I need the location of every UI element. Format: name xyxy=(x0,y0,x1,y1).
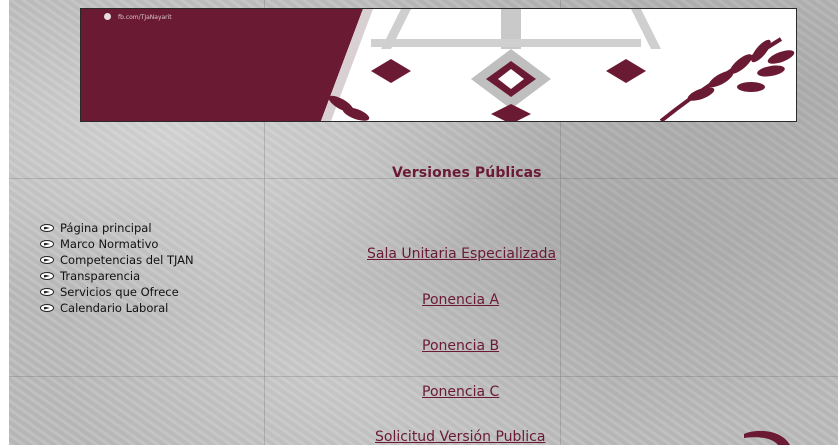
link-ponencia-b[interactable]: Ponencia B xyxy=(422,338,499,354)
arrow-bullet-icon xyxy=(40,256,54,264)
nav-item-label: Competencias del TJAN xyxy=(60,253,194,267)
nav-item-transparencia[interactable]: Transparencia xyxy=(40,268,194,284)
nav-item-label: Marco Normativo xyxy=(60,237,159,251)
nav-item-competencias[interactable]: Competencias del TJAN xyxy=(40,252,194,268)
tile-seam xyxy=(9,376,838,377)
link-ponencia-a[interactable]: Ponencia A xyxy=(422,292,499,308)
side-nav: Página principal Marco Normativo Compete… xyxy=(40,220,194,316)
header-banner xyxy=(80,8,797,122)
arrow-bullet-icon xyxy=(40,224,54,232)
link-ponencia-c[interactable]: Ponencia C xyxy=(422,384,499,400)
nav-item-servicios[interactable]: Servicios que Ofrece xyxy=(40,284,194,300)
nav-item-label: Transparencia xyxy=(60,269,141,283)
link-sala-unitaria[interactable]: Sala Unitaria Especializada xyxy=(367,246,556,262)
banner-artwork xyxy=(81,9,796,121)
facebook-icon xyxy=(104,13,111,20)
arrow-bullet-icon xyxy=(40,240,54,248)
link-solicitud-version-publica[interactable]: Solicitud Versión Publica xyxy=(375,429,545,445)
nav-item-marco-normativo[interactable]: Marco Normativo xyxy=(40,236,194,252)
arrow-bullet-icon xyxy=(40,288,54,296)
social-handle: fb.com/TJaNayarit xyxy=(118,14,172,21)
nav-item-calendario[interactable]: Calendario Laboral xyxy=(40,300,194,316)
nav-item-pagina-principal[interactable]: Página principal xyxy=(40,220,194,236)
page-title: Versiones Públicas xyxy=(392,165,542,181)
nav-item-label: Calendario Laboral xyxy=(60,301,169,315)
nav-item-label: Servicios que Ofrece xyxy=(60,285,179,299)
nav-item-label: Página principal xyxy=(60,221,152,235)
arrow-bullet-icon xyxy=(40,272,54,280)
decorative-logo-fragment xyxy=(744,430,790,445)
arrow-bullet-icon xyxy=(40,304,54,312)
